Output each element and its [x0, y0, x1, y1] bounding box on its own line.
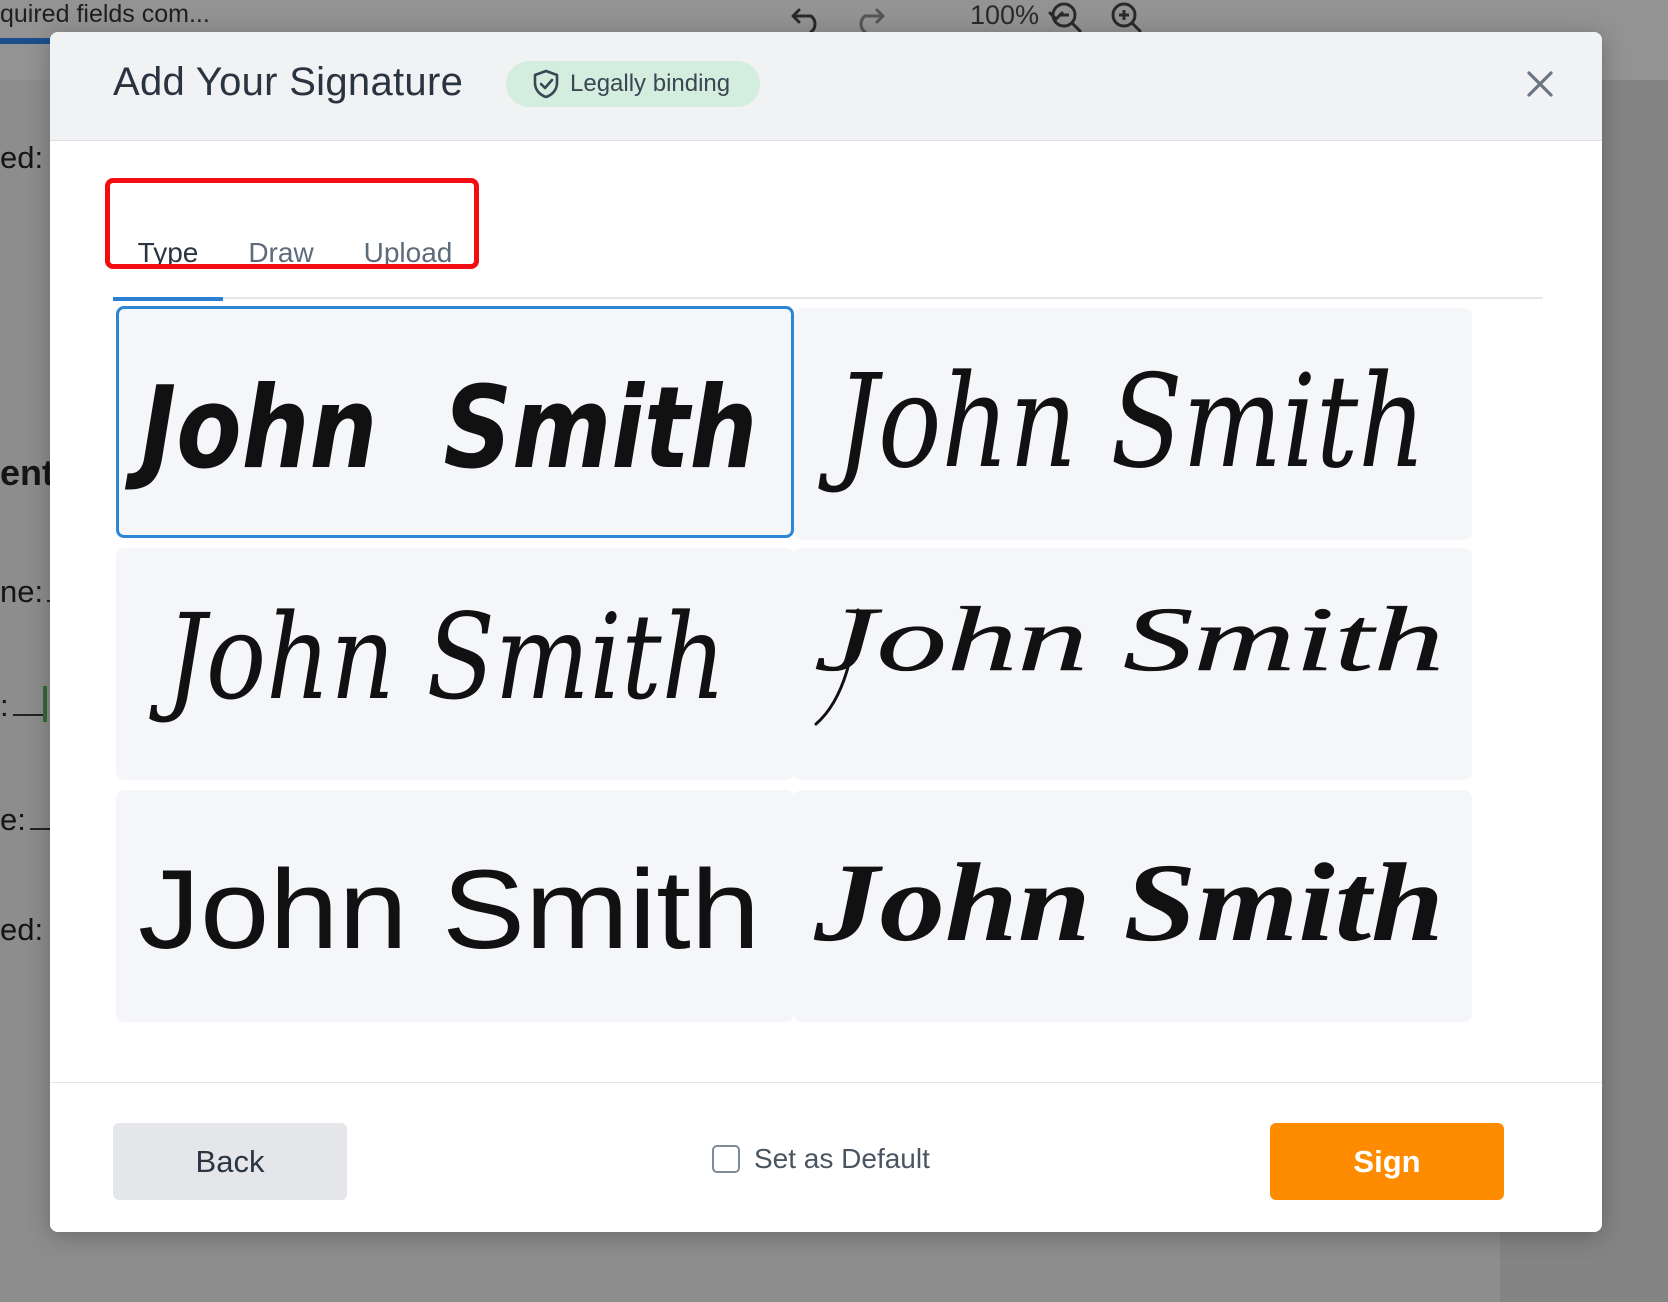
signature-text: John Smith [125, 362, 757, 494]
add-signature-modal: Add Your Signature Legally binding Type … [50, 32, 1602, 1232]
close-icon [1527, 71, 1553, 97]
signature-text: John Smith [818, 348, 1426, 497]
signature-option-3[interactable]: John Smith [116, 548, 794, 780]
back-button[interactable]: Back [113, 1123, 347, 1200]
legally-binding-label: Legally binding [570, 70, 731, 97]
legally-binding-badge: Legally binding [506, 61, 761, 107]
signature-option-1[interactable]: John Smith [116, 306, 794, 538]
doc-label-title: : [0, 686, 47, 724]
signature-option-2[interactable]: John Smith [794, 308, 1472, 540]
modal-footer: Back Set as Default Sign [50, 1082, 1602, 1232]
modal-title: Add Your Signature [113, 60, 464, 104]
redo-icon[interactable] [850, 0, 886, 34]
required-fields-progress-bar [0, 38, 56, 44]
sign-button[interactable]: Sign [1270, 1123, 1504, 1200]
zoom-out-icon[interactable] [1048, 0, 1084, 34]
tab-upload[interactable]: Upload [343, 207, 473, 299]
zoom-in-icon[interactable] [1108, 0, 1144, 34]
set-default-toggle[interactable]: Set as Default [712, 1143, 930, 1175]
modal-header: Add Your Signature Legally binding [50, 32, 1602, 141]
signature-method-tabs: Type Draw Upload [113, 207, 1543, 301]
set-default-label: Set as Default [754, 1143, 930, 1174]
signature-text: John Smith [149, 588, 726, 726]
tab-type[interactable]: Type [113, 207, 223, 301]
doc-heading-agreement: ent [0, 452, 54, 493]
signature-text: John Smith [813, 841, 1444, 965]
signature-option-4[interactable]: John Smith [794, 548, 1472, 780]
signature-text: John Smith [138, 847, 760, 972]
zoom-level: 100% [970, 0, 1040, 30]
doc-label-signed: ed: [0, 140, 44, 175]
signature-text: John Smith [814, 588, 1444, 690]
shield-check-icon [533, 69, 559, 99]
tab-draw[interactable]: Draw [231, 207, 331, 299]
signature-option-6[interactable]: John Smith [794, 790, 1472, 1022]
close-button[interactable] [1520, 64, 1560, 104]
doc-label-signed-bottom: ed: [0, 912, 44, 947]
undo-icon[interactable] [790, 0, 826, 34]
signature-option-5[interactable]: John Smith [116, 790, 794, 1022]
required-fields-progress-text: quired fields com... [0, 0, 210, 28]
set-default-checkbox[interactable] [712, 1145, 740, 1173]
